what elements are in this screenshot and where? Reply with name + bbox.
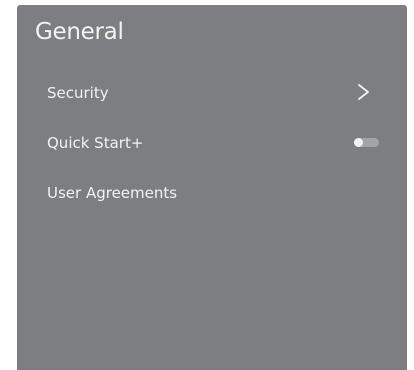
settings-menu-list: Security Quick Start+ User Agreements bbox=[17, 75, 407, 225]
toggle-knob-icon bbox=[354, 138, 363, 147]
menu-item-quick-start[interactable]: Quick Start+ bbox=[17, 125, 407, 175]
quick-start-toggle[interactable] bbox=[354, 138, 379, 147]
menu-item-label: Security bbox=[47, 84, 109, 102]
settings-panel: General Security Quick Start+ User Agree… bbox=[17, 5, 407, 370]
panel-title: General bbox=[35, 19, 124, 45]
chevron-right-icon bbox=[358, 84, 369, 100]
menu-item-label: User Agreements bbox=[47, 184, 178, 202]
menu-item-label: Quick Start+ bbox=[47, 134, 144, 152]
menu-item-security[interactable]: Security bbox=[17, 75, 407, 125]
menu-item-user-agreements[interactable]: User Agreements bbox=[17, 175, 407, 225]
